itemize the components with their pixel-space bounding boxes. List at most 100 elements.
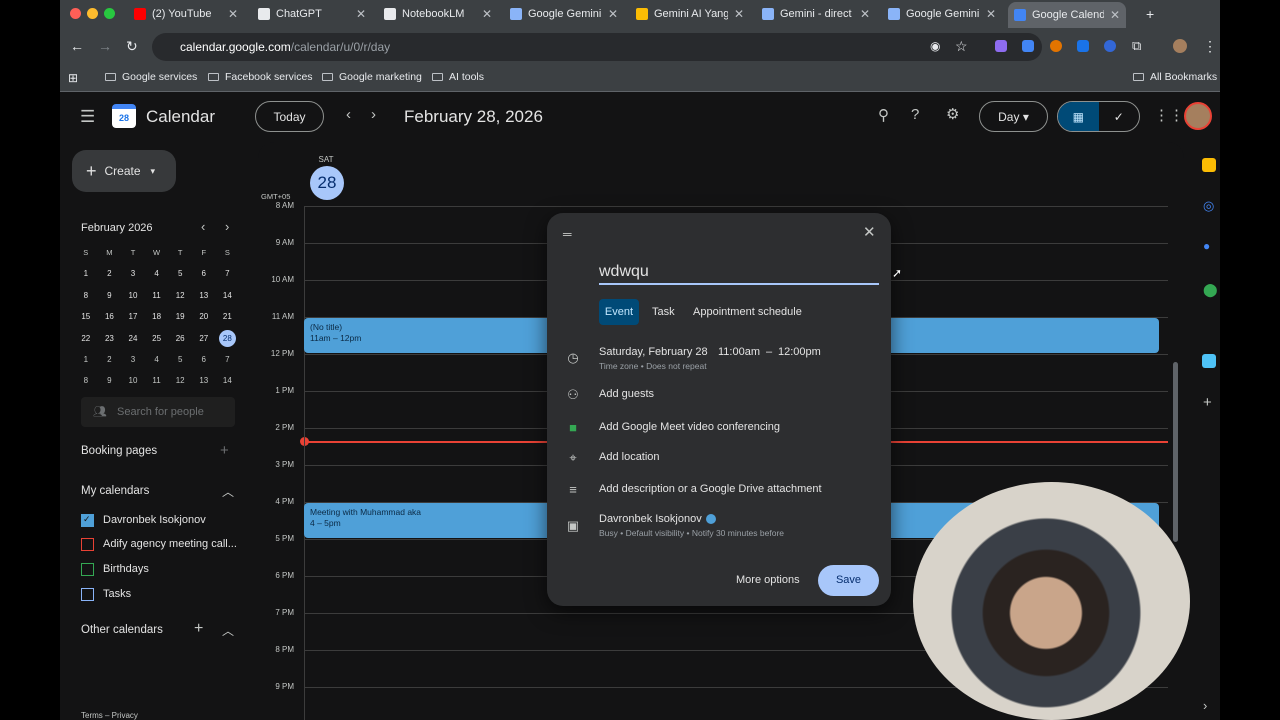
tab-event[interactable]: Event: [599, 299, 639, 325]
browser-tab[interactable]: Gemini - direct a ✕: [756, 3, 876, 25]
mini-day[interactable]: 10: [121, 370, 145, 391]
puzzle-icon[interactable]: ⧉: [1132, 38, 1141, 54]
apps-grid-icon[interactable]: ⋮⋮: [1154, 106, 1184, 124]
other-calendars-heading[interactable]: Other calendars: [81, 624, 163, 636]
mini-day[interactable]: 15: [74, 306, 98, 327]
reload-icon[interactable]: ↻: [126, 38, 138, 55]
calendar-checkbox[interactable]: [81, 538, 94, 551]
search-people-input[interactable]: 👥︎ Search for people: [81, 397, 235, 427]
mini-day[interactable]: 4: [145, 349, 169, 370]
back-icon[interactable]: ←: [70, 38, 84, 54]
add-on-icon[interactable]: [1202, 354, 1216, 368]
mini-day[interactable]: 1: [74, 349, 98, 370]
close-tab-icon[interactable]: ✕: [608, 7, 618, 21]
mini-day[interactable]: 8: [74, 370, 98, 391]
mini-day[interactable]: 7: [216, 349, 240, 370]
gear-icon[interactable]: ⚙: [946, 105, 959, 123]
booking-pages-heading[interactable]: Booking pages: [81, 445, 157, 457]
profile-avatar[interactable]: [1173, 39, 1187, 53]
extension-icon[interactable]: [1104, 40, 1116, 52]
bookmark-folder[interactable]: Google services: [105, 71, 197, 83]
bookmark-folder[interactable]: AI tools: [432, 71, 484, 83]
today-button[interactable]: Today: [255, 101, 324, 132]
contacts-icon[interactable]: ●: [1203, 239, 1210, 253]
chevron-up-icon[interactable]: ︿: [222, 622, 234, 639]
browser-tab[interactable]: ChatGPT ✕: [252, 3, 372, 25]
kebab-menu-icon[interactable]: ⋮: [1203, 38, 1217, 55]
drag-handle-icon[interactable]: ═: [563, 227, 572, 241]
plus-icon[interactable]: +: [220, 442, 229, 459]
save-button[interactable]: Save: [818, 565, 879, 596]
close-icon[interactable]: ✕: [863, 223, 876, 241]
mini-day[interactable]: 17: [121, 306, 145, 327]
mini-day[interactable]: 8: [74, 285, 98, 306]
calendar-label[interactable]: Tasks: [103, 588, 131, 600]
browser-tab[interactable]: Google Gemini ✕: [882, 3, 1002, 25]
calendar-checkbox[interactable]: ✓: [81, 514, 94, 527]
minimize-window-button[interactable]: [87, 8, 98, 19]
star-icon[interactable]: ☆: [955, 38, 968, 55]
close-tab-icon[interactable]: ✕: [734, 7, 744, 21]
browser-tab[interactable]: (2) YouTube ✕: [128, 3, 244, 25]
more-options-button[interactable]: More options: [736, 574, 800, 586]
event-date[interactable]: Saturday, February 28: [599, 346, 708, 358]
title-input[interactable]: wdwqu: [599, 263, 879, 285]
mini-day[interactable]: 14: [216, 370, 240, 391]
mini-day[interactable]: 28: [216, 328, 240, 349]
chevron-left-icon[interactable]: ‹: [346, 106, 351, 123]
mini-day[interactable]: 7: [216, 263, 240, 284]
eye-icon[interactable]: ◉: [930, 39, 940, 53]
close-tab-icon[interactable]: ✕: [228, 7, 238, 21]
mini-day[interactable]: 5: [168, 349, 192, 370]
owner-details[interactable]: Busy • Default visibility • Notify 30 mi…: [599, 528, 784, 538]
plus-icon[interactable]: +: [194, 620, 203, 638]
close-window-button[interactable]: [70, 8, 81, 19]
bookmark-folder[interactable]: Facebook services: [208, 71, 313, 83]
mini-day[interactable]: 11: [145, 370, 169, 391]
mini-day[interactable]: 6: [192, 349, 216, 370]
calendar-label[interactable]: Birthdays: [103, 563, 149, 575]
mini-day[interactable]: 10: [121, 285, 145, 306]
mini-day[interactable]: 12: [168, 285, 192, 306]
my-calendars-heading[interactable]: My calendars: [81, 485, 149, 497]
new-tab-button[interactable]: +: [1140, 3, 1160, 25]
mini-day[interactable]: 24: [121, 328, 145, 349]
start-time[interactable]: 11:00am: [718, 346, 760, 358]
view-selector[interactable]: Day ▾: [979, 101, 1048, 132]
mini-day[interactable]: 14: [216, 285, 240, 306]
add-guests[interactable]: Add guests: [599, 388, 654, 400]
chevron-right-icon[interactable]: ›: [225, 219, 229, 234]
mini-day[interactable]: 25: [145, 328, 169, 349]
mini-day[interactable]: 3: [121, 349, 145, 370]
close-tab-icon[interactable]: ✕: [482, 7, 492, 21]
mini-day[interactable]: 27: [192, 328, 216, 349]
browser-tab[interactable]: Gemini AI Yangi ✕: [630, 3, 750, 25]
mini-day[interactable]: 4: [145, 263, 169, 284]
calendar-owner[interactable]: Davronbek Isokjonov: [599, 513, 702, 525]
calendar-label[interactable]: Adify agency meeting call...: [103, 538, 237, 550]
apps-icon[interactable]: ⊞: [68, 71, 78, 85]
add-meet[interactable]: Add Google Meet video conferencing: [599, 421, 780, 433]
close-tab-icon[interactable]: ✕: [986, 7, 996, 21]
chevron-right-icon[interactable]: ›: [1203, 698, 1207, 713]
end-time[interactable]: 12:00pm: [778, 346, 821, 358]
mini-day[interactable]: 2: [98, 349, 122, 370]
extension-icon[interactable]: [1077, 40, 1089, 52]
all-bookmarks[interactable]: All Bookmarks: [1133, 71, 1217, 83]
extension-icon[interactable]: [1050, 40, 1062, 52]
translate-icon[interactable]: [1022, 40, 1034, 52]
mini-day[interactable]: 22: [74, 328, 98, 349]
mini-day[interactable]: 16: [98, 306, 122, 327]
chevron-up-icon[interactable]: ︿: [222, 483, 234, 500]
mini-day[interactable]: 9: [98, 285, 122, 306]
mini-day[interactable]: 2: [98, 263, 122, 284]
day-number[interactable]: 28: [310, 166, 344, 200]
mini-day[interactable]: 11: [145, 285, 169, 306]
keep-icon[interactable]: [1202, 158, 1216, 172]
add-description[interactable]: Add description or a Google Drive attach…: [599, 483, 822, 495]
chevron-right-icon[interactable]: ›: [371, 106, 376, 123]
close-tab-icon[interactable]: ✕: [356, 7, 366, 21]
mini-day[interactable]: 26: [168, 328, 192, 349]
mini-day[interactable]: 19: [168, 306, 192, 327]
mini-day[interactable]: 23: [98, 328, 122, 349]
